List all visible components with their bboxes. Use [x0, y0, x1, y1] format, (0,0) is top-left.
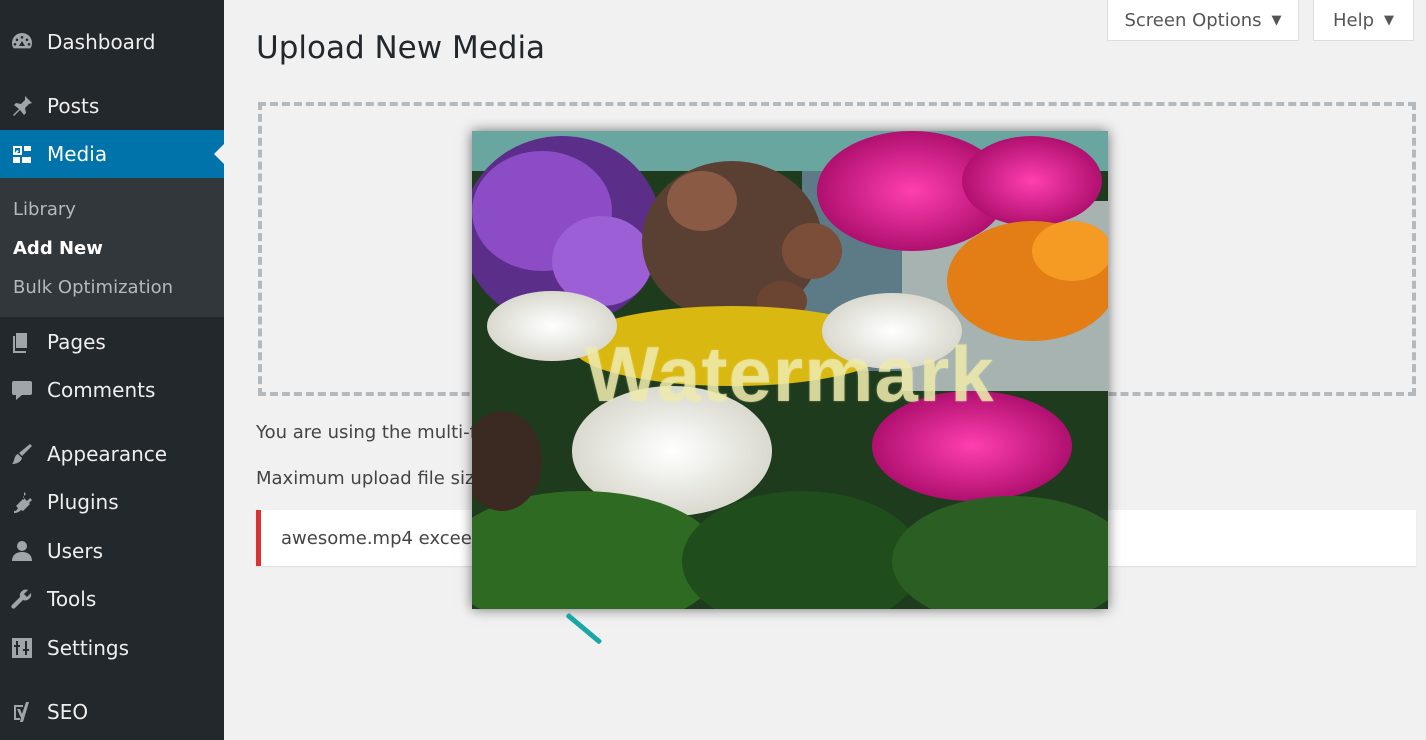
- submenu-add-new[interactable]: Add New: [13, 238, 103, 259]
- menu-label: Posts: [47, 94, 100, 118]
- menu-pages[interactable]: Pages: [0, 318, 224, 366]
- media-icon: [9, 141, 35, 167]
- menu-label: Pages: [47, 330, 106, 354]
- screen-options-label: Screen Options: [1124, 9, 1262, 31]
- pin-icon: [9, 93, 35, 119]
- watermark-text: Watermark: [585, 330, 995, 418]
- menu-posts[interactable]: Posts: [0, 82, 224, 130]
- menu-comments[interactable]: Comments: [0, 366, 224, 414]
- page-title: Upload New Media: [256, 30, 546, 66]
- dashboard-icon: [9, 29, 35, 55]
- plugin-icon: [9, 489, 35, 515]
- menu-seo[interactable]: SEO: [0, 688, 224, 736]
- drag-cursor-indicator: [565, 612, 603, 645]
- menu-plugins[interactable]: Plugins: [0, 478, 224, 526]
- menu-users[interactable]: Users: [0, 527, 224, 575]
- comment-icon: [9, 377, 35, 403]
- watermarked-photo: Watermark: [472, 131, 1108, 609]
- menu-label: Tools: [47, 587, 97, 611]
- menu-label: Settings: [47, 636, 130, 660]
- menu-appearance[interactable]: Appearance: [0, 430, 224, 478]
- caret-down-icon: ▼: [1384, 12, 1395, 28]
- wrench-icon: [9, 586, 35, 612]
- admin-sidebar: Dashboard Posts Media Library Add New Bu…: [0, 0, 224, 740]
- max-upload-size-text: Maximum upload file size:: [256, 468, 492, 489]
- menu-media[interactable]: Media: [0, 130, 224, 178]
- help-button[interactable]: Help ▼: [1313, 0, 1414, 41]
- error-message: awesome.mp4 exceeds: [281, 527, 493, 549]
- settings-icon: [9, 635, 35, 661]
- media-submenu: Library Add New Bulk Optimization: [0, 178, 224, 317]
- uploader-info-text: You are using the multi-file: [256, 422, 498, 443]
- yoast-icon: [9, 699, 35, 725]
- menu-label: Plugins: [47, 490, 119, 514]
- pages-icon: [9, 329, 35, 355]
- caret-down-icon: ▼: [1271, 12, 1282, 28]
- menu-label: Appearance: [47, 442, 168, 466]
- help-label: Help: [1332, 9, 1375, 31]
- submenu-library[interactable]: Library: [13, 199, 76, 220]
- menu-label: Dashboard: [47, 30, 156, 54]
- menu-dashboard[interactable]: Dashboard: [0, 18, 224, 66]
- menu-label: Users: [47, 539, 104, 563]
- menu-label: SEO: [47, 700, 89, 724]
- menu-settings[interactable]: Settings: [0, 624, 224, 672]
- screen-options-button[interactable]: Screen Options ▼: [1107, 0, 1299, 41]
- menu-label: Comments: [47, 378, 156, 402]
- menu-label: Media: [47, 142, 108, 166]
- user-icon: [9, 538, 35, 564]
- submenu-bulk-optimization[interactable]: Bulk Optimization: [13, 277, 173, 298]
- menu-tools[interactable]: Tools: [0, 575, 224, 623]
- brush-icon: [9, 441, 35, 467]
